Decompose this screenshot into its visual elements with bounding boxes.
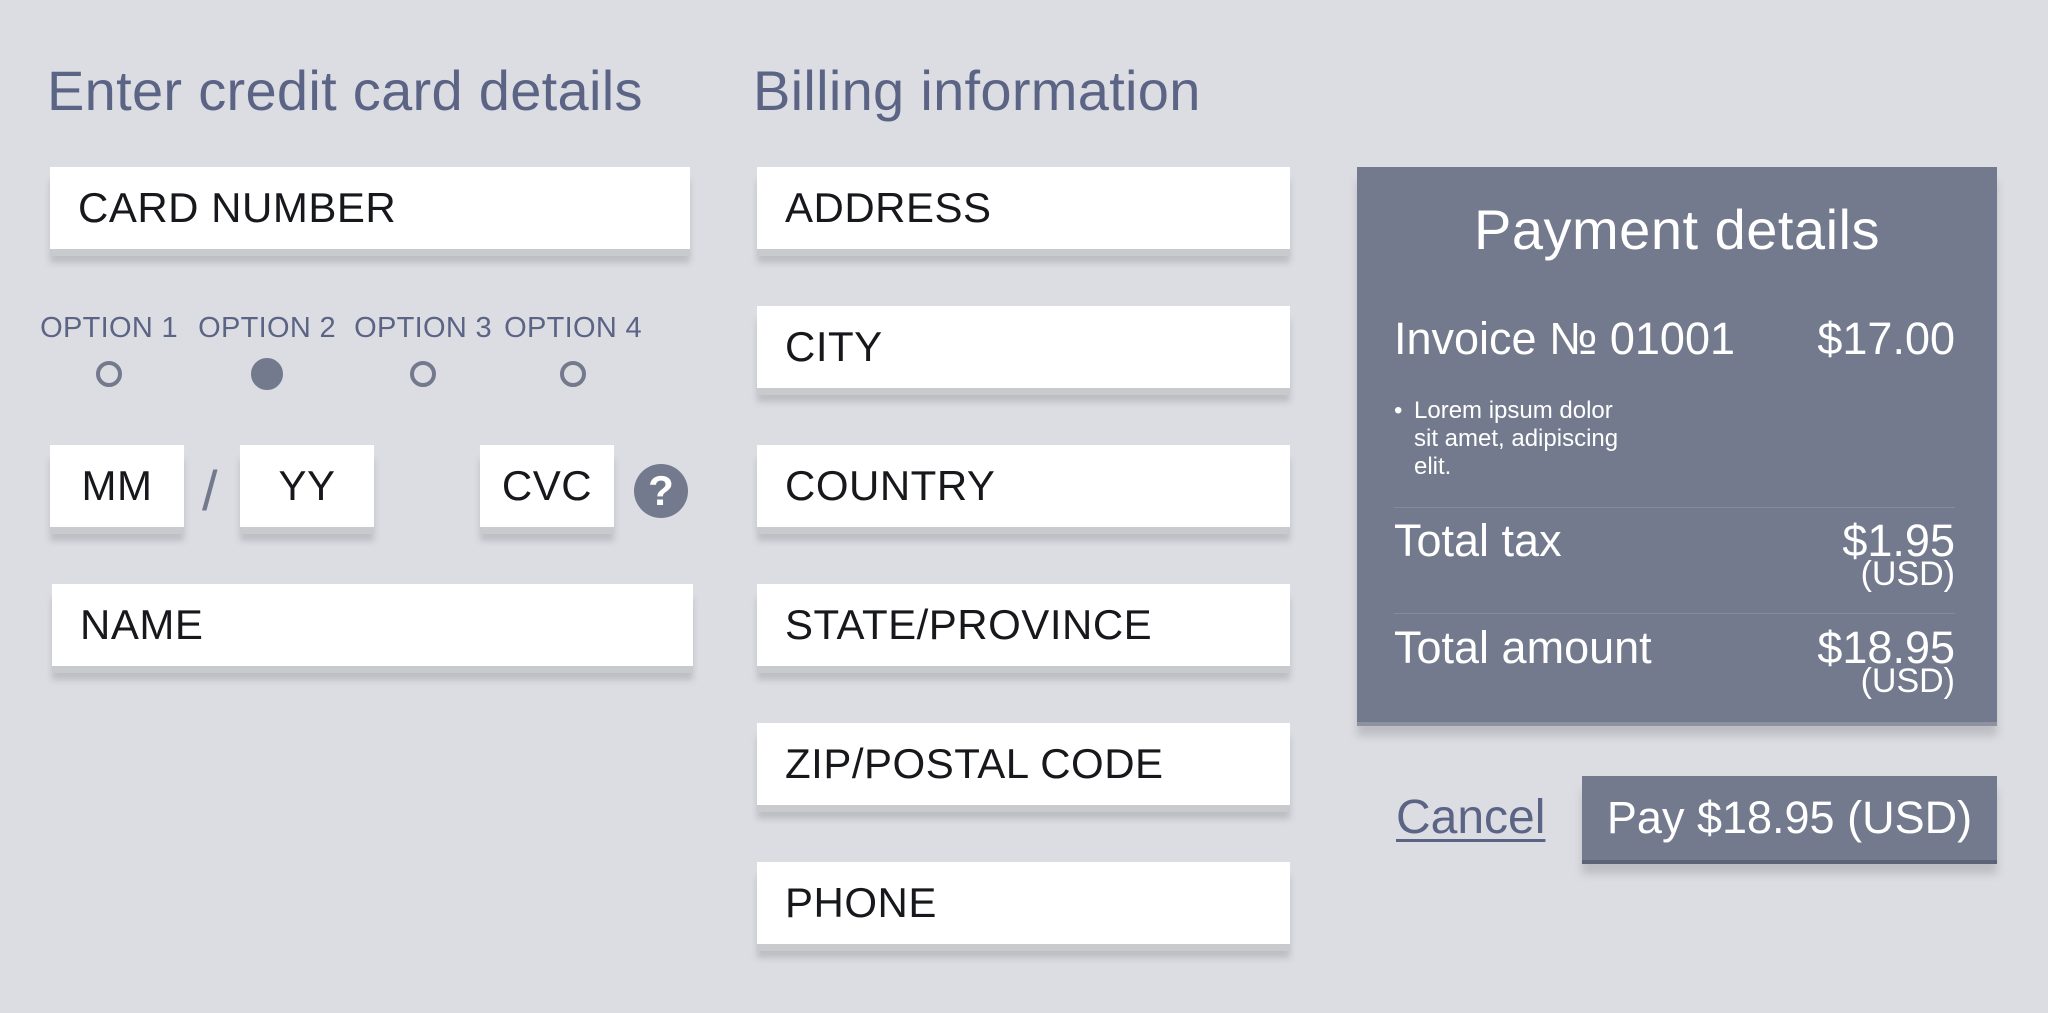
payment-details-title: Payment details (1474, 198, 1880, 261)
bullet-icon: • (1394, 397, 1403, 424)
total-label: Total amount (1394, 622, 1652, 673)
option-1-radio[interactable]: OPTION 1 (40, 312, 178, 387)
radio-circle-icon[interactable] (410, 361, 436, 387)
invoice-amount: $17.00 (1817, 313, 1955, 364)
address-placeholder: ADDRESS (785, 184, 992, 231)
option-4-label: OPTION 4 (504, 312, 642, 344)
card-details-heading: Enter credit card details (47, 59, 643, 122)
tax-currency: (USD) (1860, 555, 1955, 593)
cvc-field[interactable]: CVC (480, 445, 614, 527)
option-3-label: OPTION 3 (354, 312, 492, 344)
cardholder-name-placeholder: NAME (80, 601, 204, 648)
country-field[interactable]: COUNTRY (757, 445, 1290, 527)
country-placeholder: COUNTRY (785, 462, 996, 509)
zip-postal-code-placeholder: ZIP/POSTAL CODE (785, 740, 1164, 787)
tax-label: Total tax (1394, 515, 1562, 566)
option-3-radio[interactable]: OPTION 3 (354, 312, 492, 387)
help-glyph: ? (648, 467, 674, 514)
radio-circle-icon[interactable] (96, 361, 122, 387)
state-province-placeholder: STATE/PROVINCE (785, 601, 1153, 648)
expiry-year-placeholder: YY (278, 462, 336, 509)
phone-placeholder: PHONE (785, 879, 937, 926)
card-number-placeholder: CARD NUMBER (78, 184, 397, 231)
state-province-field[interactable]: STATE/PROVINCE (757, 584, 1290, 666)
address-field[interactable]: ADDRESS (757, 167, 1290, 249)
help-icon[interactable]: ? (634, 464, 688, 518)
invoice-label: Invoice № 01001 (1394, 313, 1735, 364)
total-currency: (USD) (1860, 662, 1955, 700)
option-4-radio[interactable]: OPTION 4 (504, 312, 642, 387)
cancel-link[interactable]: Cancel (1396, 790, 1545, 845)
city-field[interactable]: CITY (757, 306, 1290, 388)
radio-circle-icon[interactable] (560, 361, 586, 387)
pay-button[interactable]: Pay $18.95 (USD) (1582, 776, 1997, 860)
option-1-label: OPTION 1 (40, 312, 178, 344)
city-placeholder: CITY (785, 323, 883, 370)
invoice-note: • Lorem ipsum dolor sit amet, adipiscing… (1394, 397, 1634, 481)
billing-heading: Billing information (753, 59, 1201, 122)
zip-postal-code-field[interactable]: ZIP/POSTAL CODE (757, 723, 1290, 805)
invoice-note-text: Lorem ipsum dolor sit amet, adipiscing e… (1414, 397, 1619, 480)
cvc-placeholder: CVC (501, 462, 593, 509)
option-2-label: OPTION 2 (198, 312, 336, 344)
payment-details-panel: Payment details Invoice № 01001 $17.00 •… (1357, 167, 1997, 722)
card-number-field[interactable]: CARD NUMBER (50, 167, 690, 249)
expiry-month-placeholder: MM (81, 462, 153, 509)
cardholder-name-field[interactable]: NAME (52, 584, 693, 666)
expiry-year-field[interactable]: YY (240, 445, 374, 527)
divider (1394, 613, 1955, 614)
divider (1394, 507, 1955, 508)
expiry-month-field[interactable]: MM (50, 445, 184, 527)
pay-button-label: Pay $18.95 (USD) (1606, 792, 1973, 843)
radio-selected-icon[interactable] (251, 358, 283, 390)
expiry-separator: / (202, 459, 218, 522)
phone-field[interactable]: PHONE (757, 862, 1290, 944)
option-2-radio[interactable]: OPTION 2 (198, 312, 336, 390)
